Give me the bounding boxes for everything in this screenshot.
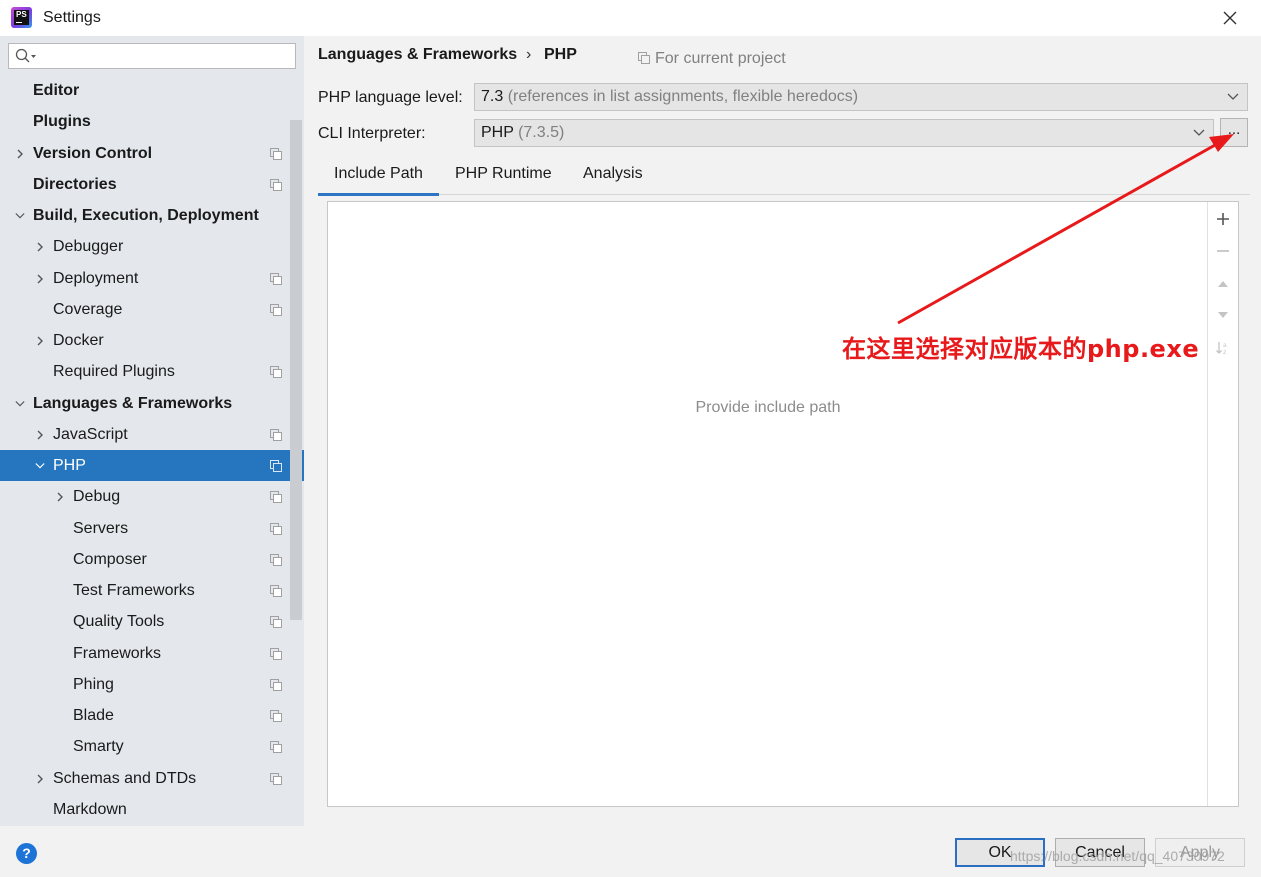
phpstorm-logo-icon: PS bbox=[11, 7, 32, 28]
remove-icon[interactable] bbox=[1215, 243, 1231, 259]
breadcrumb-current: PHP bbox=[544, 46, 577, 63]
project-scope-icon bbox=[270, 616, 282, 629]
annotation-text: 在这里选择对应版本的php.exe bbox=[842, 335, 1200, 363]
sidebar-item-coverage[interactable]: Coverage bbox=[0, 294, 304, 325]
help-icon[interactable]: ? bbox=[16, 843, 37, 864]
sidebar-scrollbar[interactable] bbox=[290, 120, 302, 620]
project-scope-icon bbox=[270, 366, 282, 379]
settings-tree: Editor Plugins Version Control Directori… bbox=[0, 75, 304, 825]
sidebar-item-blade[interactable]: Blade bbox=[0, 700, 304, 731]
sidebar-item-servers[interactable]: Servers bbox=[0, 513, 304, 544]
search-icon bbox=[15, 48, 36, 63]
project-scope-icon bbox=[270, 678, 282, 691]
tab-include-path[interactable]: Include Path bbox=[318, 156, 439, 196]
move-down-icon[interactable] bbox=[1215, 307, 1231, 323]
sidebar-item-quality-tools[interactable]: Quality Tools bbox=[0, 606, 304, 637]
cli-interpreter-value: PHP bbox=[481, 124, 514, 141]
sidebar-item-markdown[interactable]: Markdown bbox=[0, 794, 304, 825]
svg-text:a: a bbox=[1223, 342, 1227, 349]
project-scope-icon bbox=[270, 303, 282, 316]
project-scope-icon bbox=[270, 147, 282, 160]
chevron-down-icon bbox=[1193, 129, 1205, 136]
php-language-level-select[interactable]: 7.3 (references in list assignments, fle… bbox=[474, 83, 1248, 111]
sidebar-item-build-execution-deployment[interactable]: Build, Execution, Deployment bbox=[0, 200, 304, 231]
empty-state-text: Provide include path bbox=[695, 399, 841, 416]
chevron-right-icon[interactable] bbox=[35, 429, 45, 441]
sidebar-item-languages-frameworks[interactable]: Languages & Frameworks bbox=[0, 388, 304, 419]
php-tabs: Include Path PHP Runtime Analysis bbox=[318, 156, 1250, 196]
tab-analysis[interactable]: Analysis bbox=[567, 156, 659, 195]
cli-interpreter-select[interactable]: PHP (7.3.5) bbox=[474, 119, 1214, 147]
sidebar-item-version-control[interactable]: Version Control bbox=[0, 138, 304, 169]
chevron-down-icon[interactable] bbox=[15, 398, 25, 410]
add-icon[interactable] bbox=[1215, 211, 1231, 227]
sidebar-item-editor[interactable]: Editor bbox=[0, 75, 304, 106]
sidebar-item-schemas-and-dtds[interactable]: Schemas and DTDs bbox=[0, 763, 304, 794]
sidebar-item-plugins[interactable]: Plugins bbox=[0, 106, 304, 137]
sidebar-item-phing[interactable]: Phing bbox=[0, 669, 304, 700]
window-title: Settings bbox=[43, 9, 101, 26]
svg-text:z: z bbox=[1223, 349, 1226, 356]
chevron-right-icon[interactable] bbox=[35, 335, 45, 347]
include-path-list[interactable]: Provide include path az bbox=[327, 201, 1239, 807]
chevron-right-icon[interactable] bbox=[35, 241, 45, 253]
sidebar-item-docker[interactable]: Docker bbox=[0, 325, 304, 356]
watermark: https://blog.csdn.net/qq_40730972 bbox=[1010, 848, 1225, 864]
settings-window: PS Settings Editor Plugins Version Contr… bbox=[0, 0, 1261, 877]
chevron-right-icon[interactable] bbox=[55, 491, 65, 503]
scope-label: For current project bbox=[655, 50, 786, 67]
cli-interpreter-version: (7.3.5) bbox=[518, 124, 565, 141]
project-scope-icon bbox=[270, 710, 282, 722]
breadcrumb-parent[interactable]: Languages & Frameworks bbox=[318, 46, 517, 64]
breadcrumb-separator: › bbox=[526, 46, 532, 63]
chevron-right-icon[interactable] bbox=[35, 773, 45, 785]
title-bar: PS Settings bbox=[0, 0, 1261, 36]
project-scope-icon bbox=[270, 553, 282, 566]
php-language-level-description: (references in list assignments, flexibl… bbox=[507, 88, 859, 105]
move-up-icon[interactable] bbox=[1215, 276, 1231, 292]
chevron-down-icon[interactable] bbox=[35, 460, 45, 472]
project-scope-icon bbox=[270, 272, 282, 285]
close-icon[interactable] bbox=[1218, 6, 1242, 30]
project-scope-icon bbox=[270, 178, 282, 191]
sidebar-item-debugger[interactable]: Debugger bbox=[0, 231, 304, 262]
project-scope-icon bbox=[638, 52, 650, 64]
sort-alphabetically-icon[interactable]: az bbox=[1215, 340, 1231, 356]
project-scope-icon bbox=[270, 772, 282, 785]
sidebar-item-frameworks[interactable]: Frameworks bbox=[0, 638, 304, 669]
project-scope-icon bbox=[270, 647, 282, 660]
chevron-down-icon bbox=[1227, 93, 1239, 100]
settings-sidebar: Editor Plugins Version Control Directori… bbox=[0, 36, 304, 826]
sidebar-item-javascript[interactable]: JavaScript bbox=[0, 419, 304, 450]
sidebar-item-test-frameworks[interactable]: Test Frameworks bbox=[0, 575, 304, 606]
project-scope-icon bbox=[270, 428, 282, 441]
project-scope-icon bbox=[270, 522, 282, 535]
sidebar-item-smarty[interactable]: Smarty bbox=[0, 731, 304, 762]
sidebar-item-php[interactable]: PHP bbox=[0, 450, 304, 482]
project-scope-icon bbox=[270, 460, 282, 472]
php-language-level-label: PHP language level: bbox=[318, 89, 463, 106]
chevron-right-icon[interactable] bbox=[15, 148, 25, 160]
project-scope-icon bbox=[270, 491, 282, 504]
dialog-footer: ? OK Cancel Apply https://blog.csdn.net/… bbox=[0, 826, 1261, 877]
scope-note: For current project bbox=[638, 50, 786, 68]
project-scope-icon bbox=[270, 585, 282, 597]
list-toolbar: az bbox=[1207, 202, 1238, 806]
sidebar-item-composer[interactable]: Composer bbox=[0, 544, 304, 575]
sidebar-item-debug[interactable]: Debug bbox=[0, 481, 304, 512]
project-scope-icon bbox=[270, 741, 282, 754]
settings-content: Languages & Frameworks › PHP For current… bbox=[304, 36, 1261, 826]
browse-interpreter-button[interactable]: ... bbox=[1220, 118, 1248, 147]
search-input[interactable] bbox=[8, 43, 296, 69]
sidebar-item-deployment[interactable]: Deployment bbox=[0, 263, 304, 294]
cli-interpreter-label: CLI Interpreter: bbox=[318, 125, 426, 142]
chevron-right-icon[interactable] bbox=[35, 273, 45, 285]
sidebar-item-required-plugins[interactable]: Required Plugins bbox=[0, 356, 304, 387]
chevron-down-icon[interactable] bbox=[15, 210, 25, 222]
tab-php-runtime[interactable]: PHP Runtime bbox=[439, 156, 568, 195]
sidebar-item-directories[interactable]: Directories bbox=[0, 169, 304, 200]
php-language-level-value: 7.3 bbox=[481, 88, 504, 105]
